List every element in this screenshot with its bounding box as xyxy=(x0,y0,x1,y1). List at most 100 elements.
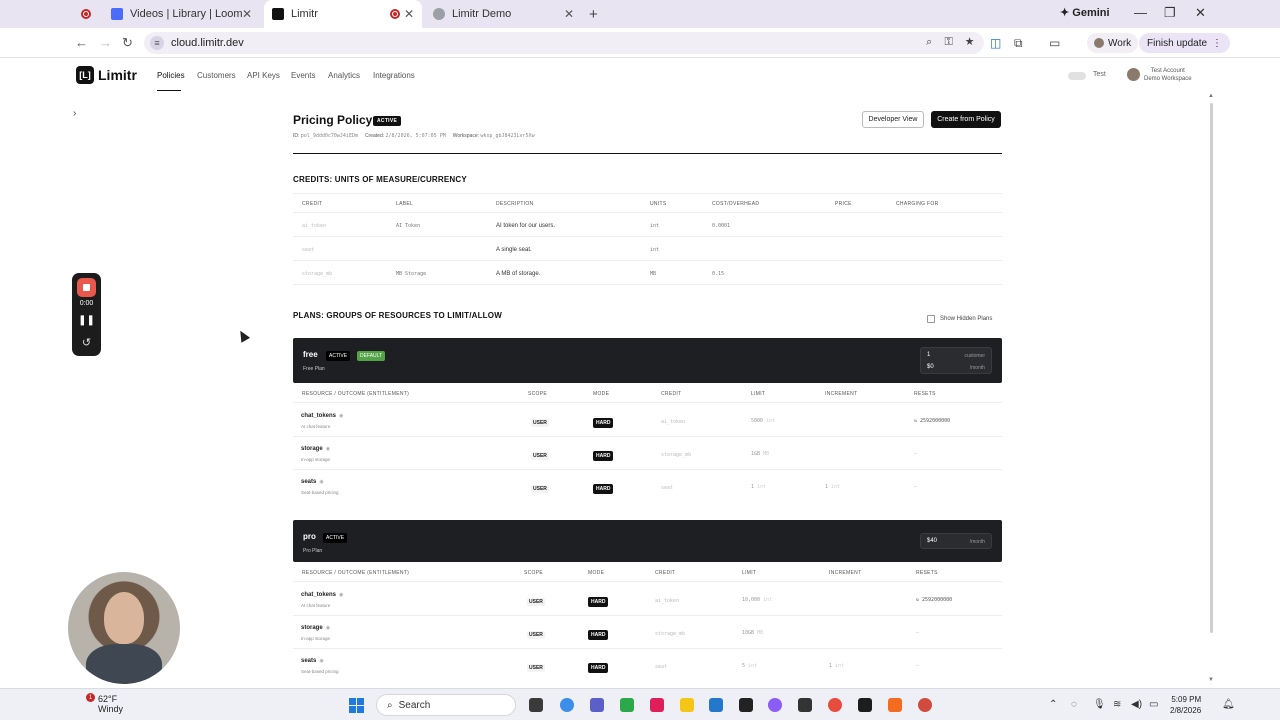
tab-limitr[interactable]: Limitr ✕ xyxy=(264,0,422,28)
close-icon[interactable]: ✕ xyxy=(242,7,252,21)
divider xyxy=(293,193,1002,194)
plan-header-free: free ACTIVE DEFAULT Free Plan 1 customer… xyxy=(293,338,1002,383)
microphone-icon[interactable]: 🎙︎ xyxy=(1093,699,1106,710)
scroll-thumb[interactable] xyxy=(1210,103,1213,633)
page-scrollbar[interactable]: ▲ ▼ xyxy=(1208,93,1215,687)
minimize-icon[interactable]: — xyxy=(1134,5,1147,20)
account-menu[interactable]: Test Account Demo Workspace xyxy=(1144,67,1192,83)
resource-name-text: chat_tokens xyxy=(301,413,337,419)
chrome-icon[interactable] xyxy=(828,698,842,712)
credit-cost: 0.15 xyxy=(712,271,725,277)
tray-chevron-up-icon[interactable]: ⌃ xyxy=(1049,699,1057,710)
chrome-active-icon[interactable] xyxy=(918,698,932,712)
nav-analytics[interactable]: Analytics xyxy=(328,71,360,80)
nav-api-keys[interactable]: API Keys xyxy=(247,71,280,80)
gemini-button[interactable]: ✦ Gemini xyxy=(1060,6,1110,19)
battery-icon[interactable]: ▭ xyxy=(1149,699,1158,710)
create-from-policy-button[interactable]: Create from Policy xyxy=(931,111,1001,128)
eye-icon[interactable]: ◉ xyxy=(326,446,330,452)
windows-start-icon[interactable] xyxy=(349,698,364,713)
scope-badge: USER xyxy=(527,598,545,606)
slack-icon[interactable] xyxy=(650,698,664,712)
default-badge: DEFAULT xyxy=(357,351,386,361)
jetbrains-icon[interactable] xyxy=(858,698,872,712)
eye-icon[interactable]: ◉ xyxy=(319,479,323,485)
app-icon[interactable] xyxy=(620,698,634,712)
tray-app-icon[interactable]: ◌ xyxy=(1071,699,1077,710)
extensions-puzzle-icon[interactable]: ⧉ xyxy=(1014,36,1023,51)
taskbar-search[interactable]: ⌕ Search xyxy=(376,694,516,716)
workspace-name: Demo Workspace xyxy=(1144,76,1192,82)
test-mode-toggle[interactable] xyxy=(1068,72,1086,80)
developer-view-button[interactable]: Developer View xyxy=(862,111,924,128)
limitr-favicon-icon xyxy=(272,8,284,20)
bookmark-star-icon[interactable]: ★ xyxy=(965,36,974,48)
restart-icon[interactable]: ↺ xyxy=(72,336,101,349)
clock-time: 5:09 PM xyxy=(1171,695,1202,704)
credit-cost: 0.0001 xyxy=(712,223,731,229)
wifi-icon[interactable]: ≋ xyxy=(1113,699,1121,710)
search-label: Search xyxy=(398,699,431,711)
col-cost: COST/OVERHEAD xyxy=(712,201,760,207)
scroll-down-icon[interactable]: ▼ xyxy=(1208,677,1214,683)
eye-icon[interactable]: ◉ xyxy=(326,625,330,631)
mode-badge: HARD xyxy=(588,597,609,607)
limit-value: 5 xyxy=(742,663,746,669)
tab-limitr-demo[interactable]: Limitr Demo ✕ xyxy=(425,0,582,28)
console-icon[interactable] xyxy=(798,698,812,712)
account-avatar[interactable] xyxy=(1127,68,1140,81)
site-info-icon[interactable]: ≡ xyxy=(150,36,164,50)
password-key-icon[interactable]: ⚿ xyxy=(944,36,952,48)
zoom-icon[interactable]: ⌕ xyxy=(926,36,932,48)
nav-policies[interactable]: Policies xyxy=(157,71,185,80)
profile-button[interactable]: Work xyxy=(1087,33,1139,53)
new-tab-button[interactable]: + xyxy=(589,6,598,23)
nav-customers[interactable]: Customers xyxy=(197,71,236,80)
back-icon[interactable]: ← xyxy=(75,35,88,50)
eye-icon[interactable]: ◉ xyxy=(339,592,343,598)
webcam-bubble[interactable] xyxy=(68,572,180,684)
price-unit: /month xyxy=(969,365,985,371)
side-panel-icon[interactable]: ▭ xyxy=(1049,36,1060,50)
close-icon[interactable]: ✕ xyxy=(564,7,574,21)
tab-title: Videos | Library | Loom xyxy=(130,8,243,20)
address-bar[interactable]: ≡ cloud.limitr.dev ⌕ ⚿ ★ xyxy=(144,32,984,54)
limitr-logo[interactable]: [L] Limitr xyxy=(76,66,137,84)
forward-icon[interactable]: → xyxy=(99,35,112,50)
nav-integrations[interactable]: Integrations xyxy=(373,71,415,80)
col-increment: INCREMENT xyxy=(825,391,858,397)
maximize-icon[interactable]: ❐ xyxy=(1164,5,1176,21)
pause-icon[interactable]: ❚❚ xyxy=(72,315,101,326)
tab-loom[interactable]: Videos | Library | Loom ✕ xyxy=(103,0,260,28)
finish-update-button[interactable]: Finish update ⋮ xyxy=(1139,33,1231,53)
eye-icon[interactable]: ◉ xyxy=(339,413,343,419)
divider xyxy=(293,581,1002,582)
copilot-icon[interactable] xyxy=(560,698,574,712)
obsidian-icon[interactable] xyxy=(768,698,782,712)
plan-name: free xyxy=(303,350,318,359)
col-label: LABEL xyxy=(396,201,414,207)
resource-name: chat_tokens ◉ xyxy=(301,413,343,419)
app-icon[interactable] xyxy=(888,698,902,712)
show-hidden-plans-checkbox[interactable] xyxy=(927,315,935,323)
close-icon[interactable]: ✕ xyxy=(404,7,414,21)
vscode-icon[interactable] xyxy=(709,698,723,712)
sidebar-expand-chevron-icon[interactable]: › xyxy=(73,108,76,119)
extension-icon[interactable]: ◫ xyxy=(990,36,1001,50)
policy-id: pol_9ddd0c70wJ4iEDm xyxy=(300,133,358,139)
window-close-icon[interactable]: ✕ xyxy=(1195,5,1206,21)
teams-icon[interactable] xyxy=(590,698,604,712)
taskbar-clock[interactable]: 5:09 PM 2/8/2026 xyxy=(1170,694,1201,716)
terminal-icon[interactable] xyxy=(739,698,753,712)
notification-bell-icon[interactable]: 🔔︎ xyxy=(1222,699,1235,710)
nav-events[interactable]: Events xyxy=(291,71,315,80)
volume-icon[interactable]: ◀) xyxy=(1131,699,1142,710)
reload-icon[interactable]: ↻ xyxy=(122,35,133,51)
task-view-icon[interactable] xyxy=(529,698,543,712)
file-explorer-icon[interactable] xyxy=(680,698,694,712)
eye-icon[interactable]: ◉ xyxy=(319,658,323,664)
weather-widget[interactable]: 62°F Windy xyxy=(98,694,123,714)
scroll-up-icon[interactable]: ▲ xyxy=(1208,93,1214,99)
stop-recording-button[interactable] xyxy=(77,278,96,297)
price-quantity-unit: customer xyxy=(964,353,985,359)
